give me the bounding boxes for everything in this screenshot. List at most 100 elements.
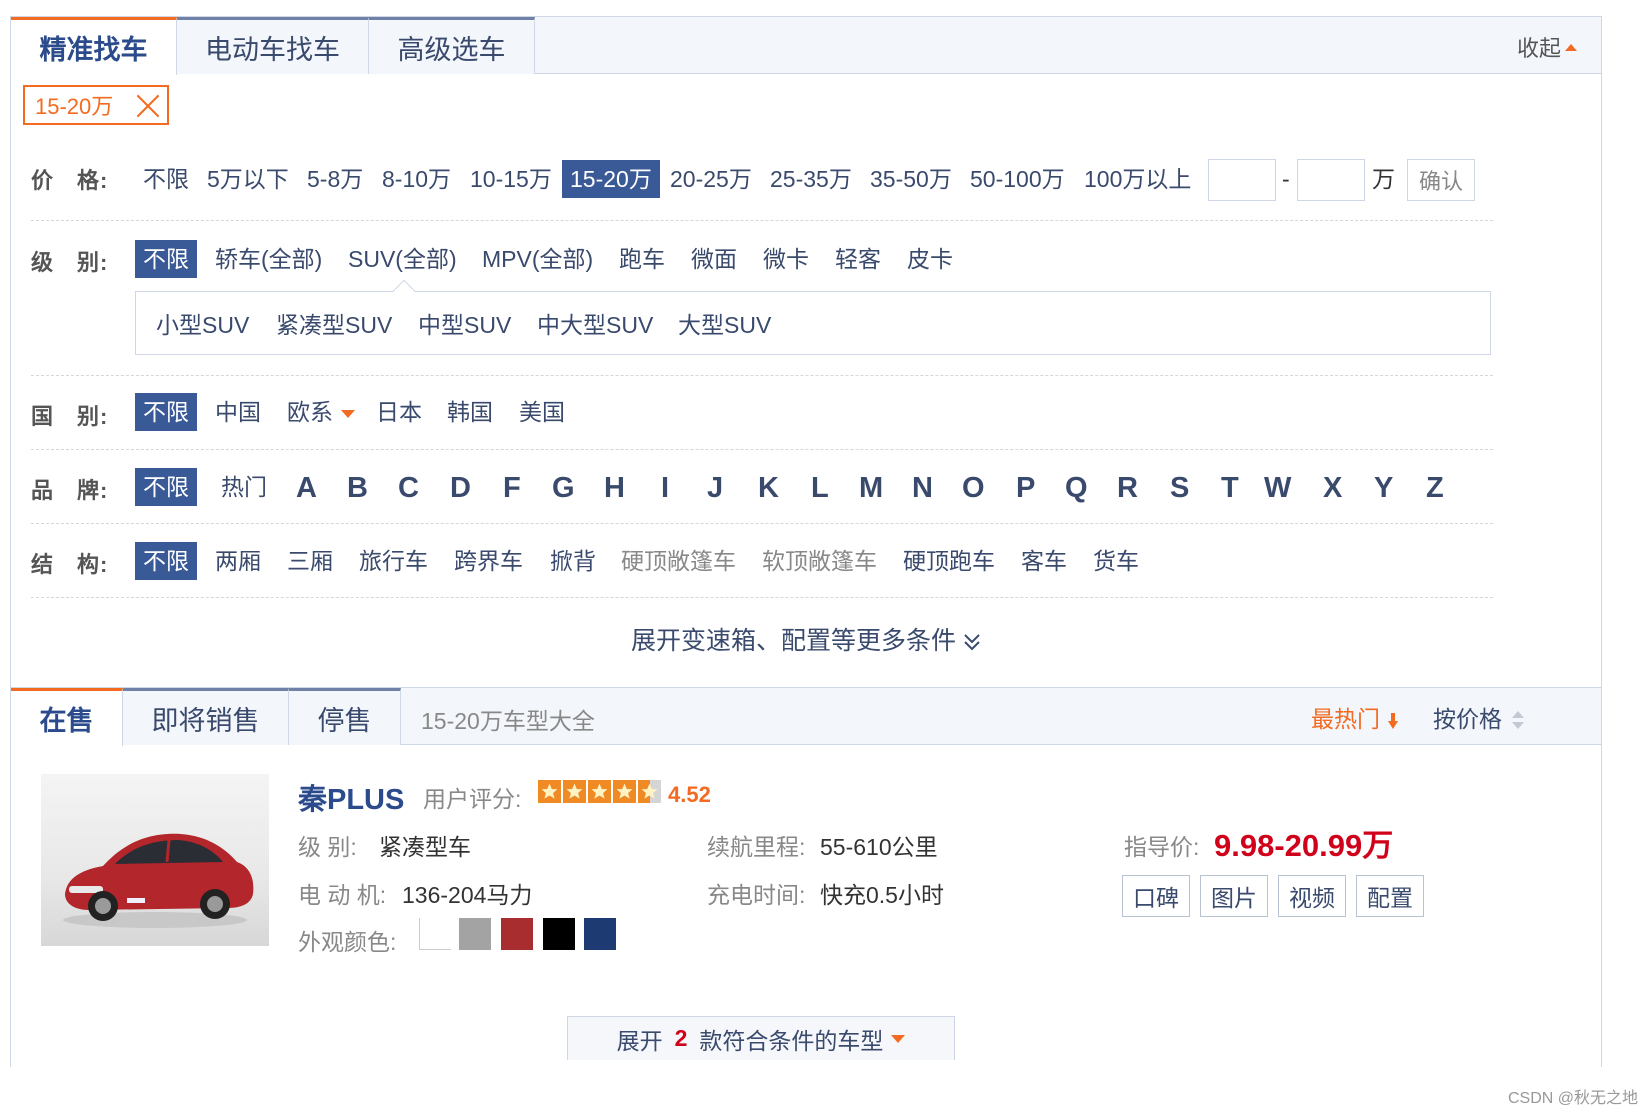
color-swatch-black[interactable] (543, 918, 575, 950)
level-option[interactable]: 跑车 (619, 240, 665, 278)
brand-letter[interactable]: J (707, 469, 723, 507)
country-option[interactable]: 日本 (376, 393, 422, 431)
structure-option-selected[interactable]: 不限 (135, 542, 197, 580)
brand-letter[interactable]: A (296, 469, 317, 507)
brand-option-hot[interactable]: 热门 (221, 468, 267, 506)
price-option[interactable]: 5-8万 (307, 160, 363, 198)
brand-letter[interactable]: Z (1426, 469, 1444, 507)
brand-letter[interactable]: D (450, 469, 471, 507)
price-option[interactable]: 8-10万 (382, 160, 451, 198)
brand-letter[interactable]: I (661, 469, 669, 507)
collapse-button[interactable]: 收起 (1517, 31, 1577, 63)
level-option[interactable]: SUV(全部) (348, 240, 457, 278)
price-option[interactable]: 20-25万 (670, 160, 752, 198)
sort-hottest[interactable]: 最热门 (1311, 700, 1399, 734)
brand-letter[interactable]: B (347, 469, 368, 507)
brand-letter[interactable]: C (398, 469, 419, 507)
car-image (63, 833, 254, 928)
level-option[interactable]: 皮卡 (907, 240, 953, 278)
country-option[interactable]: 韩国 (447, 393, 493, 431)
colors-label: 外观颜色: (298, 929, 397, 955)
divider (31, 220, 1493, 221)
star-icon (563, 780, 586, 803)
brand-letter[interactable]: X (1323, 469, 1342, 507)
price-option[interactable]: 不限 (143, 160, 189, 198)
suv-subtype-option[interactable]: 紧凑型SUV (276, 306, 392, 340)
brand-letter[interactable]: W (1264, 469, 1291, 507)
level-option[interactable]: MPV(全部) (482, 240, 593, 278)
brand-letter[interactable]: S (1170, 469, 1189, 507)
suv-subtype-option[interactable]: 中大型SUV (537, 306, 653, 340)
suv-subtype-option[interactable]: 小型SUV (156, 306, 249, 340)
country-option-dropdown[interactable]: 欧系 (287, 393, 355, 431)
country-option-selected[interactable]: 不限 (135, 393, 197, 431)
selected-filter-chip[interactable]: 15-20万 (23, 85, 169, 125)
color-swatch-white[interactable] (419, 918, 451, 950)
brand-letter[interactable]: T (1221, 469, 1239, 507)
price-max-input[interactable] (1297, 159, 1365, 201)
level-option[interactable]: 轻客 (835, 240, 881, 278)
price-option[interactable]: 25-35万 (770, 160, 852, 198)
structure-option[interactable]: 掀背 (550, 542, 596, 580)
brand-letter[interactable]: G (552, 469, 575, 507)
level-option-selected[interactable]: 不限 (135, 240, 197, 278)
price-option[interactable]: 35-50万 (870, 160, 952, 198)
level-option[interactable]: 轿车(全部) (215, 240, 322, 278)
price-option[interactable]: 10-15万 (470, 160, 552, 198)
level-option[interactable]: 微面 (691, 240, 737, 278)
videos-button[interactable]: 视频 (1278, 875, 1346, 917)
car-thumbnail[interactable] (41, 774, 269, 946)
sort-by-price[interactable]: 按价格 (1433, 700, 1525, 734)
brand-letter[interactable]: F (503, 469, 521, 507)
structure-option[interactable]: 硬顶跑车 (903, 542, 995, 580)
brand-option-selected[interactable]: 不限 (135, 468, 197, 506)
tab-discontinued[interactable]: 停售 (289, 688, 401, 745)
brand-letter[interactable]: L (811, 469, 829, 507)
brand-letter[interactable]: K (758, 469, 779, 507)
price-option[interactable]: 5万以下 (207, 160, 289, 198)
photos-button[interactable]: 图片 (1200, 875, 1268, 917)
suv-subtype-option[interactable]: 大型SUV (678, 306, 771, 340)
color-swatch-blue[interactable] (584, 918, 616, 950)
expand-more-conditions[interactable]: 展开变速箱、配置等更多条件 (11, 621, 1601, 657)
brand-letter[interactable]: P (1016, 469, 1035, 507)
brand-letter[interactable]: Y (1374, 469, 1393, 507)
tab-advanced-search[interactable]: 高级选车 (369, 17, 535, 74)
expand-matching-models-button[interactable]: 展开 2 款符合条件的车型 (567, 1016, 955, 1060)
brand-letter[interactable]: M (859, 469, 883, 507)
brand-letter[interactable]: R (1117, 469, 1138, 507)
price-option-selected[interactable]: 15-20万 (562, 160, 660, 198)
level-option[interactable]: 微卡 (763, 240, 809, 278)
config-button[interactable]: 配置 (1356, 875, 1424, 917)
brand-letter[interactable]: Q (1065, 469, 1088, 507)
tab-on-sale[interactable]: 在售 (11, 688, 123, 746)
price-min-input[interactable] (1208, 159, 1276, 201)
tab-ev-search[interactable]: 电动车找车 (177, 17, 369, 74)
car-model-name[interactable]: 秦PLUS (298, 776, 404, 818)
tab-precise-search[interactable]: 精准找车 (11, 17, 177, 75)
price-confirm-button[interactable]: 确认 (1407, 159, 1475, 201)
structure-option[interactable]: 两厢 (215, 542, 261, 580)
structure-option[interactable]: 货车 (1093, 542, 1139, 580)
structure-option[interactable]: 跨界车 (454, 542, 523, 580)
country-option[interactable]: 中国 (215, 393, 261, 431)
country-option[interactable]: 美国 (519, 393, 565, 431)
structure-option[interactable]: 旅行车 (359, 542, 428, 580)
color-swatch-gray[interactable] (459, 918, 491, 950)
structure-option[interactable]: 三厢 (287, 542, 333, 580)
brand-letter[interactable]: H (604, 469, 625, 507)
star-icon (538, 780, 561, 803)
suv-subtype-option[interactable]: 中型SUV (418, 306, 511, 340)
results-tabbar: 在售 即将销售 停售 15-20万车型大全 最热门 按价格 (11, 688, 1601, 746)
reviews-button[interactable]: 口碑 (1122, 875, 1190, 917)
price-option[interactable]: 100万以上 (1084, 160, 1191, 198)
tab-upcoming[interactable]: 即将销售 (123, 688, 289, 745)
divider (31, 523, 1493, 524)
color-swatch-red[interactable] (501, 918, 533, 950)
country-option-label: 欧系 (287, 399, 333, 425)
brand-letter[interactable]: O (962, 469, 985, 507)
price-option[interactable]: 50-100万 (970, 160, 1065, 198)
structure-option[interactable]: 客车 (1021, 542, 1067, 580)
brand-letter[interactable]: N (912, 469, 933, 507)
close-icon[interactable] (135, 93, 161, 119)
